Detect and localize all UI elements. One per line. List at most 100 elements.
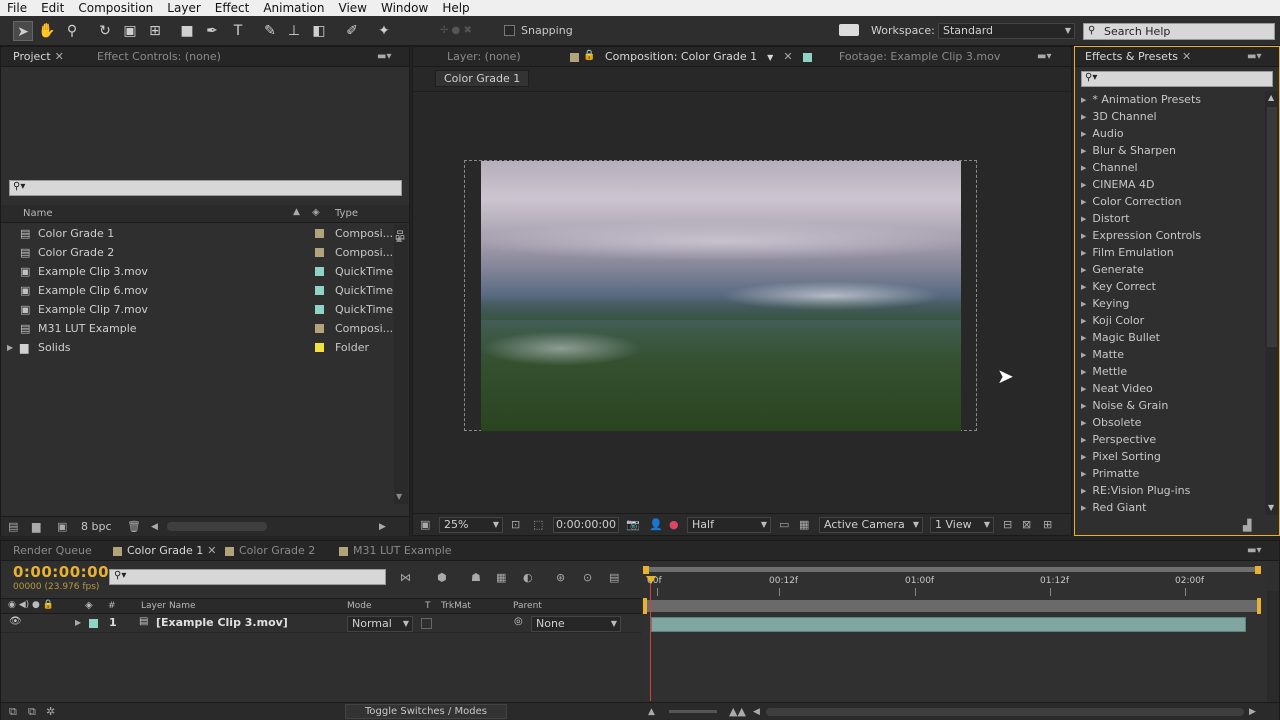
blend-mode-dropdown[interactable]: Normal [347, 616, 413, 632]
menu-item-composition[interactable]: Composition [71, 1, 160, 15]
scroll-up-icon[interactable]: ▲ [1268, 93, 1274, 102]
menu-item-effect[interactable]: Effect [208, 1, 257, 15]
transfer-controls-icon[interactable]: ⧉ [28, 705, 36, 719]
menu-item-window[interactable]: Window [374, 1, 435, 15]
label-color-swatch[interactable] [315, 305, 324, 314]
hand-tool-icon[interactable]: ✋ [37, 21, 57, 41]
tab-project[interactable]: Project ✕ [9, 47, 68, 67]
scroll-left-icon[interactable]: ◀ [753, 705, 760, 719]
safe-zones-icon[interactable]: ⊡ [511, 518, 520, 532]
scroll-thumb[interactable] [1267, 107, 1277, 347]
label-color-swatch[interactable] [315, 343, 324, 352]
effect-category-item[interactable]: Expression Controls [1081, 227, 1201, 244]
graph-editor-icon[interactable]: ⊛ [556, 571, 565, 585]
draft-3d-icon[interactable]: ⬢ [437, 571, 447, 585]
parent-dropdown[interactable]: None [531, 616, 621, 632]
label-color-swatch[interactable] [315, 248, 324, 257]
chevron-down-icon[interactable]: ▼ [767, 53, 773, 62]
color-channels-icon[interactable]: ● [669, 518, 679, 532]
work-area-bar[interactable] [643, 600, 1261, 612]
pan-behind-tool-icon[interactable]: ⊞ [145, 21, 165, 41]
column-layer-name-header[interactable]: Layer Name [141, 601, 196, 611]
preview-toggle-icon[interactable]: ▣ [420, 518, 430, 532]
snapping-checkbox[interactable] [504, 25, 515, 36]
effect-category-item[interactable]: Neat Video [1081, 380, 1152, 397]
effect-category-item[interactable]: Perspective [1081, 431, 1156, 448]
project-item[interactable]: ▶ ▆ Solids Folder [1, 338, 393, 357]
tab-footage[interactable]: Footage: Example Clip 3.mov [835, 47, 1004, 67]
expand-triangle-icon[interactable]: ▶ [75, 618, 81, 627]
frame-blending-icon[interactable]: ▦ [496, 571, 506, 585]
panel-menu-icon[interactable]: ▬▾ [1037, 51, 1051, 62]
effect-category-item[interactable]: Distort [1081, 210, 1129, 227]
eraser-tool-icon[interactable]: ◧ [309, 21, 329, 41]
scroll-down-icon[interactable]: ▼ [396, 492, 402, 501]
time-navigator-bar[interactable] [645, 567, 1261, 572]
rotate-tool-icon[interactable]: ↻ [95, 21, 115, 41]
effect-category-item[interactable]: Film Emulation [1081, 244, 1173, 261]
camera-view-dropdown[interactable]: Active Camera [819, 517, 923, 533]
effect-category-item[interactable]: Color Correction [1081, 193, 1181, 210]
project-scrollbar[interactable]: ▲ ▼ [394, 224, 408, 504]
mask-visibility-icon[interactable]: ⬚ [533, 518, 543, 532]
new-folder-icon[interactable]: ▆ [32, 520, 40, 534]
close-icon[interactable]: ✕ [1182, 50, 1191, 63]
timeline-scrollbar[interactable] [1267, 591, 1279, 711]
video-frame[interactable] [481, 161, 961, 431]
work-area-start[interactable] [643, 598, 647, 614]
toggle-switches-modes-button[interactable]: Toggle Switches / Modes [345, 704, 507, 719]
timeline-toggle-icon[interactable]: ⊞ [1043, 518, 1052, 532]
close-icon[interactable]: ✕ [55, 50, 64, 63]
shy-layers-icon[interactable]: ☗ [471, 571, 481, 585]
brainstorm-icon[interactable]: ⊙ [583, 571, 592, 585]
scroll-right-icon[interactable]: ▶ [379, 520, 386, 534]
preserve-transparency-checkbox[interactable] [421, 618, 432, 629]
effect-category-item[interactable]: Generate [1081, 261, 1143, 278]
project-item[interactable]: ▣ Example Clip 3.mov QuickTime [1, 262, 393, 281]
layer-name[interactable]: [Example Clip 3.mov] [156, 616, 288, 629]
navigator-end-handle[interactable] [1255, 566, 1261, 574]
project-search-input[interactable] [9, 180, 402, 196]
resolution-dropdown[interactable]: Half [687, 517, 771, 533]
current-time-display[interactable]: 0:00:00:00 [553, 517, 619, 533]
region-of-interest-icon[interactable]: ▭ [779, 518, 789, 532]
effect-category-item[interactable]: * Animation Presets [1081, 91, 1201, 108]
tab-color-grade-1[interactable]: Color Grade 1 ✕ [109, 541, 220, 561]
zoom-out-icon[interactable]: ▲ [648, 705, 655, 719]
roto-brush-tool-icon[interactable]: ✐ [342, 21, 362, 41]
workspace-dropdown[interactable]: Standard [938, 23, 1075, 39]
project-item[interactable]: ▣ Example Clip 7.mov QuickTime [1, 300, 393, 319]
effect-category-item[interactable]: Red Giant [1081, 499, 1146, 516]
pick-whip-icon[interactable]: ◎ [514, 616, 523, 627]
label-color-swatch[interactable] [315, 229, 324, 238]
tab-render-queue[interactable]: Render Queue [9, 541, 96, 561]
zoom-tool-icon[interactable]: ⚲ [62, 21, 82, 41]
work-area-end[interactable] [1257, 598, 1261, 614]
layer-duration-bar[interactable] [651, 617, 1246, 632]
effect-category-item[interactable]: Channel [1081, 159, 1137, 176]
effect-category-item[interactable]: Audio [1081, 125, 1123, 142]
project-item[interactable]: ▤ Color Grade 2 Composi... [1, 243, 393, 262]
menu-item-animation[interactable]: Animation [256, 1, 331, 15]
snapshot-camera-icon[interactable]: 📷 [626, 518, 640, 532]
timeline-current-time[interactable]: 0:00:00:00 [13, 563, 109, 581]
playhead-line[interactable] [650, 576, 651, 701]
trash-icon[interactable]: 🗑 [127, 520, 141, 534]
zoom-in-icon[interactable]: ▲▲ [729, 705, 746, 719]
label-color-swatch[interactable] [315, 286, 324, 295]
timeline-h-scroll-thumb[interactable] [766, 708, 1244, 716]
view-layout-dropdown[interactable]: 1 View [930, 517, 994, 533]
pen-tool-icon[interactable]: ✒ [202, 21, 222, 41]
effect-category-item[interactable]: Noise & Grain [1081, 397, 1168, 414]
effect-category-item[interactable]: RE:Vision Plug-ins [1081, 482, 1190, 499]
scroll-right-icon[interactable]: ▶ [1249, 705, 1256, 719]
close-icon[interactable]: ✕ [207, 544, 216, 557]
panel-menu-icon[interactable]: ▬▾ [377, 51, 391, 62]
search-help-input[interactable]: Search Help [1083, 23, 1275, 40]
interpret-footage-icon[interactable]: ▤ [8, 520, 18, 534]
effect-category-item[interactable]: Mettle [1081, 363, 1127, 380]
project-item[interactable]: ▣ Example Clip 6.mov QuickTime [1, 281, 393, 300]
clone-stamp-tool-icon[interactable]: ⊥ [284, 21, 304, 41]
scroll-down-icon[interactable]: ▼ [1268, 503, 1274, 512]
project-item[interactable]: ▤ Color Grade 1 Composi... [1, 224, 393, 243]
